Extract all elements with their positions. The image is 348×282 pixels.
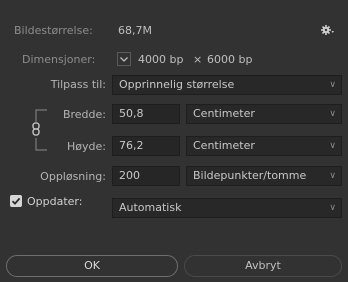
dimensions-dropdown-icon[interactable] xyxy=(117,52,131,66)
height-input[interactable]: 76,2 xyxy=(112,136,180,156)
gear-icon[interactable] xyxy=(319,22,335,38)
image-size-value: 68,7M xyxy=(118,24,152,37)
resolution-label: Oppløsning: xyxy=(40,170,106,183)
chevron-down-icon: ∨ xyxy=(329,141,336,151)
height-unit-select[interactable]: Centimeter ∨ xyxy=(186,136,342,156)
chevron-down-icon: ∨ xyxy=(329,80,336,90)
width-label: Bredde: xyxy=(62,108,106,121)
height-unit-selected: Centimeter xyxy=(193,139,255,152)
resample-method-selected: Automatisk xyxy=(119,201,182,214)
ok-button[interactable]: OK xyxy=(6,255,178,277)
dimensions-times: × xyxy=(193,53,203,66)
cancel-button[interactable]: Avbryt xyxy=(184,255,342,277)
chevron-down-icon: ∨ xyxy=(329,109,336,119)
chevron-down-icon: ∨ xyxy=(329,203,336,213)
resample-checkbox[interactable] xyxy=(10,195,22,207)
fit-to-selected: Opprinnelig størrelse xyxy=(119,78,235,91)
dimensions-height: 6000 bp xyxy=(207,53,253,66)
width-unit-selected: Centimeter xyxy=(193,107,255,120)
height-label: Høyde: xyxy=(67,140,106,153)
resample-label: Oppdater: xyxy=(27,195,83,208)
dimensions-width: 4000 bp xyxy=(138,53,184,66)
resolution-unit-select[interactable]: Bildepunkter/tomme ∨ xyxy=(186,166,342,186)
chevron-down-icon: ∨ xyxy=(329,171,336,181)
resample-method-select[interactable]: Automatisk ∨ xyxy=(112,198,342,218)
fit-to-label: Tilpass til: xyxy=(50,78,106,91)
resolution-unit-selected: Bildepunkter/tomme xyxy=(193,169,307,182)
width-input[interactable]: 50,8 xyxy=(112,104,180,124)
resolution-input[interactable]: 200 xyxy=(112,166,180,186)
width-unit-select[interactable]: Centimeter ∨ xyxy=(186,104,342,124)
dimensions-label: Dimensjoner: xyxy=(22,53,96,66)
image-size-label: Bildestørrelse: xyxy=(14,24,93,37)
fit-to-select[interactable]: Opprinnelig størrelse ∨ xyxy=(112,75,342,95)
